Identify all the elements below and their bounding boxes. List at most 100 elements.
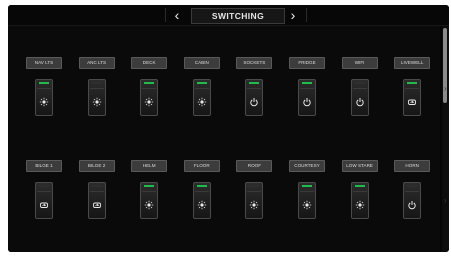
- previous-page-button[interactable]: ‹: [168, 7, 186, 23]
- switch-floor[interactable]: FLOOR: [183, 160, 220, 240]
- switch-label: ANC LTS: [78, 57, 115, 69]
- switch-low-stare[interactable]: LOW STARE: [341, 160, 378, 240]
- switch-label: SOCKETS: [236, 57, 273, 69]
- rocker-switch[interactable]: [298, 79, 316, 116]
- switch-label: LOW STARE: [341, 160, 378, 172]
- rocker-switch[interactable]: [245, 79, 264, 116]
- status-led: [354, 82, 365, 84]
- status-led: [249, 82, 260, 84]
- light-icon: [92, 94, 102, 107]
- scrollbar[interactable]: [442, 26, 449, 252]
- light-icon: [197, 94, 207, 107]
- switch-label: BILGE 1: [26, 160, 62, 172]
- chevron-up-icon: ›: [444, 84, 447, 93]
- rocker-switch[interactable]: [192, 182, 211, 219]
- switch-label: HELM: [131, 160, 168, 172]
- rocker-switch[interactable]: [35, 79, 53, 116]
- next-page-button[interactable]: ›: [284, 7, 302, 23]
- switch-label: FLOOR: [183, 160, 220, 172]
- status-led: [249, 185, 260, 187]
- light-icon: [249, 197, 259, 210]
- rocker-switch[interactable]: [87, 182, 106, 219]
- rocker-switch[interactable]: [245, 182, 264, 219]
- status-led: [407, 185, 418, 187]
- switching-screen: ‹ SWITCHING › NAV LTS ANC LTS DECK CABIN SOC…: [8, 5, 449, 252]
- status-led: [354, 185, 365, 187]
- rocker-switch[interactable]: [350, 182, 369, 219]
- power-icon: [302, 94, 312, 107]
- rocker-switch[interactable]: [403, 79, 422, 116]
- rocker-switch[interactable]: [350, 79, 369, 116]
- pump-icon: [92, 197, 102, 208]
- switch-label: BILGE 2: [78, 160, 115, 172]
- rocker-seam: [89, 88, 104, 89]
- rocker-seam: [142, 191, 157, 192]
- switch-deck[interactable]: DECK: [131, 57, 168, 137]
- status-led: [144, 185, 155, 187]
- switch-label: COURTESY: [289, 160, 325, 172]
- status-led: [196, 185, 207, 187]
- switch-label: ROOF: [236, 160, 273, 172]
- switch-cabin[interactable]: CABIN: [183, 57, 220, 137]
- rocker-seam: [142, 88, 157, 89]
- light-icon: [144, 197, 154, 210]
- status-led: [91, 82, 102, 84]
- switch-label: CABIN: [183, 57, 220, 69]
- rocker-switch[interactable]: [192, 79, 211, 116]
- switch-label: FRIDGE: [289, 57, 325, 69]
- rocker-seam: [405, 88, 420, 89]
- rocker-seam: [194, 191, 209, 192]
- light-icon: [302, 197, 312, 210]
- light-icon: [355, 197, 365, 210]
- status-led: [302, 82, 312, 84]
- top-bar: ‹ SWITCHING ›: [8, 5, 449, 26]
- status-led: [196, 82, 207, 84]
- power-icon: [355, 94, 365, 107]
- pump-icon: [407, 94, 417, 105]
- rocker-seam: [405, 191, 420, 192]
- rocker-seam: [300, 88, 314, 89]
- switch-wifi[interactable]: WIFI: [341, 57, 378, 137]
- status-led: [302, 185, 312, 187]
- status-led: [39, 82, 49, 84]
- divider: [306, 8, 307, 22]
- rocker-switch[interactable]: [140, 182, 159, 219]
- status-led: [91, 185, 102, 187]
- light-icon: [39, 94, 49, 107]
- rocker-seam: [352, 88, 367, 89]
- switch-bilge-2[interactable]: BILGE 2: [78, 160, 115, 240]
- switch-sockets[interactable]: SOCKETS: [236, 57, 273, 137]
- rocker-switch[interactable]: [140, 79, 159, 116]
- rocker-seam: [37, 88, 51, 89]
- rocker-seam: [37, 191, 51, 192]
- switch-label: NAV LTS: [26, 57, 62, 69]
- switch-livewell[interactable]: LIVEWELL: [394, 57, 431, 137]
- rocker-seam: [247, 191, 262, 192]
- rocker-seam: [300, 191, 314, 192]
- status-led: [407, 82, 418, 84]
- status-led: [144, 82, 155, 84]
- switch-label: WIFI: [341, 57, 378, 69]
- switch-bilge-1[interactable]: BILGE 1: [26, 160, 62, 240]
- divider: [165, 8, 166, 22]
- rocker-switch[interactable]: [298, 182, 316, 219]
- rocker-switch[interactable]: [35, 182, 53, 219]
- light-icon: [197, 197, 207, 210]
- switch-nav-lts[interactable]: NAV LTS: [26, 57, 62, 137]
- chevron-down-icon: ›: [444, 196, 447, 205]
- page-title: SWITCHING: [191, 8, 285, 24]
- switch-horn[interactable]: HORN: [394, 160, 431, 240]
- switch-helm[interactable]: HELM: [131, 160, 168, 240]
- rocker-switch[interactable]: [403, 182, 422, 219]
- power-icon: [249, 94, 259, 107]
- rocker-seam: [247, 88, 262, 89]
- rocker-switch[interactable]: [87, 79, 106, 116]
- switch-anc-lts[interactable]: ANC LTS: [78, 57, 115, 137]
- switch-label: HORN: [394, 160, 431, 172]
- power-icon: [407, 197, 417, 210]
- switch-fridge[interactable]: FRIDGE: [289, 57, 325, 137]
- rocker-seam: [194, 88, 209, 89]
- switch-label: LIVEWELL: [394, 57, 431, 69]
- switch-courtesy[interactable]: COURTESY: [289, 160, 325, 240]
- switch-roof[interactable]: ROOF: [236, 160, 273, 240]
